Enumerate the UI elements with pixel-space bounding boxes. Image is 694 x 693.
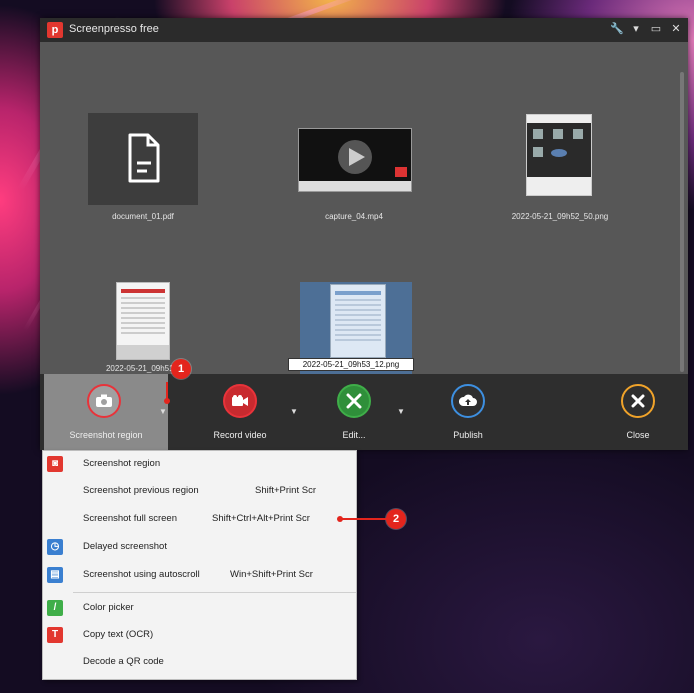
menu-item-shortcut: Win+Shift+Print Scr [230,569,313,580]
gallery-caption: 2022-05-21_09h52_50.png [511,212,609,221]
menu-separator [73,592,356,593]
camera-icon: ◙ [47,456,63,472]
annotation-dot-2 [337,516,343,522]
menu-item-color-picker[interactable]: / Color picker [43,597,356,619]
screenshot-dropdown-arrow[interactable]: ▼ [159,407,167,416]
app-logo: p [47,22,63,38]
menu-item-screenshot-previous-region[interactable]: Screenshot previous region Shift+Print S… [43,480,356,502]
eyedropper-icon: / [47,600,63,616]
menu-item-screenshot-full-screen[interactable]: Screenshot full screen Shift+Ctrl+Alt+Pr… [43,508,356,530]
menu-item-label: Decode a QR code [83,656,164,667]
toolbar-button-label: Record video [213,430,267,440]
tools-icon [337,384,371,418]
menu-item-label: Copy text (OCR) [83,629,154,640]
menu-item-delayed-screenshot[interactable]: ◷ Delayed screenshot [43,536,356,558]
gallery-caption: capture_04.mp4 [325,212,383,221]
edit-button[interactable]: Edit... [304,374,404,450]
record-video-button[interactable]: Record video [190,374,290,450]
screenshot-region-button[interactable]: Screenshot region [44,374,168,450]
gallery-caption-selected[interactable]: 2022-05-21_09h53_12.png [288,358,414,371]
menu-item-autoscroll[interactable]: ▤ Screenshot using autoscroll Win+Shift+… [43,564,356,586]
menu-item-label: Screenshot full screen [83,513,177,524]
gallery-caption: document_01.pdf [112,212,174,221]
toolbar-button-label: Publish [453,430,483,440]
settings-icon[interactable]: 🔧 [610,22,624,35]
camera-icon [87,384,121,418]
toolbar-button-label: Screenshot region [69,430,143,440]
menu-item-label: Screenshot using autoscroll [83,569,200,580]
cloud-upload-icon [451,384,485,418]
screenshot-thumbnail [116,282,170,360]
menu-item-copy-text-ocr[interactable]: T Copy text (OCR) [43,624,356,646]
screenpresso-window: p Screenpresso free 🔧 ▾ ▭ ✕ document_01.… [40,18,688,450]
close-icon [621,384,655,418]
menu-item-shortcut: Shift+Ctrl+Alt+Print Scr [212,513,310,524]
screenshot-thumbnail [330,284,386,358]
publish-button[interactable]: Publish [418,374,518,450]
video-dropdown-arrow[interactable]: ▼ [290,407,298,416]
video-camera-icon [223,384,257,418]
maximize-icon[interactable]: ▭ [650,22,662,35]
window-title: Screenpresso free [69,23,159,35]
annotation-leader-2 [341,518,387,520]
annotation-dot-1 [164,398,170,404]
screenshot-dropdown-menu: ◙ Screenshot region Screenshot previous … [42,450,357,680]
annotation-badge-2: 2 [386,509,406,529]
toolbar-button-label: Edit... [342,430,366,440]
chevron-down-icon[interactable]: ▾ [630,22,642,35]
timer-icon: ◷ [47,539,63,555]
screenshot-thumbnail [526,114,592,196]
autoscroll-icon: ▤ [47,567,63,583]
toolbar-button-label: Close [626,430,650,440]
menu-item-shortcut: Shift+Print Scr [255,485,316,496]
gallery-caption: 2022-05-21_09h51_ [105,364,179,373]
close-button[interactable]: Close [590,374,686,450]
menu-item-label: Delayed screenshot [83,541,167,552]
annotation-badge-1: 1 [171,359,191,379]
menu-item-screenshot-region[interactable]: ◙ Screenshot region [43,453,356,475]
menu-item-label: Screenshot region [83,458,161,469]
close-window-icon[interactable]: ✕ [670,22,682,35]
edit-dropdown-arrow[interactable]: ▼ [397,407,405,416]
menu-item-label: Color picker [83,602,134,613]
text-icon: T [47,627,63,643]
capture-toolbar: Screenshot region ▼ Record video ▼ Edit.… [40,374,688,450]
menu-item-decode-qr-code[interactable]: Decode a QR code [43,651,356,673]
title-bar: p Screenpresso free 🔧 ▾ ▭ ✕ [40,18,688,42]
video-thumbnail [298,128,412,192]
pdf-file-icon [88,113,198,205]
capture-gallery: document_01.pdf capture_04.mp4 2022-05-2… [40,42,688,378]
menu-item-label: Screenshot previous region [83,485,199,496]
scrollbar[interactable] [680,72,684,372]
